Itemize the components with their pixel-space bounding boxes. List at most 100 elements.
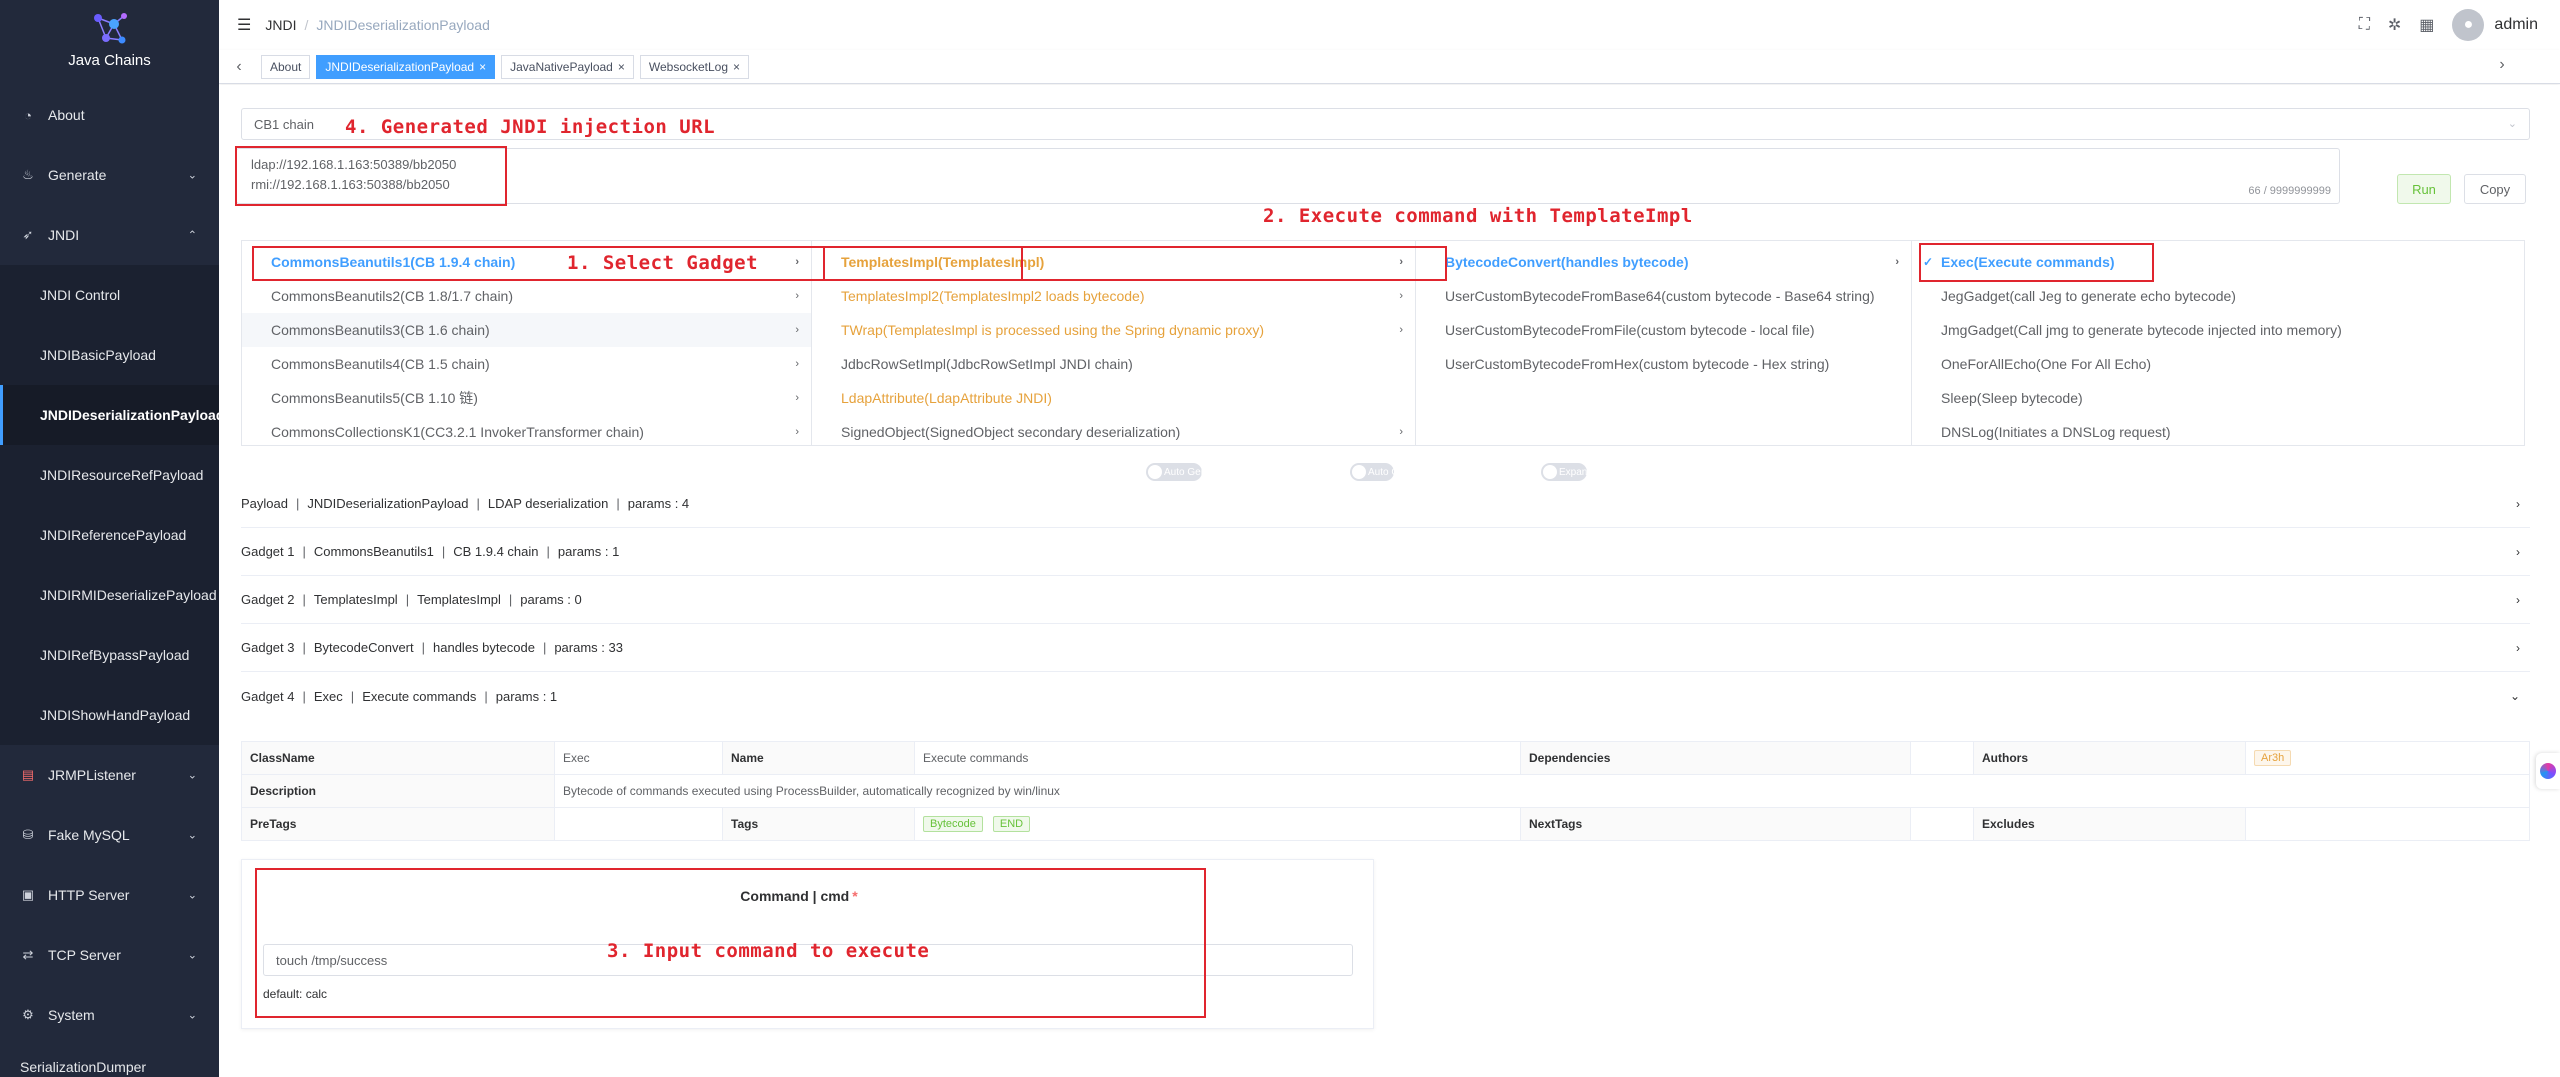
collapse-gadget-3[interactable]: Gadget 3 | BytecodeConvert | handles bytec… bbox=[241, 624, 2530, 672]
cascader-option[interactable]: UserCustomBytecodeFromBase64(custom byte… bbox=[1416, 279, 1911, 313]
label-authors: Authors bbox=[1973, 741, 2246, 775]
java-icon: ♨ bbox=[22, 167, 34, 182]
sidebar-subitem-jndishowhandpayload[interactable]: JNDIShowHandPayload bbox=[0, 685, 219, 745]
cascader-option[interactable]: DNSLog(Initiates a DNSLog request) bbox=[1912, 415, 2524, 445]
collapse-title: Gadget 1 bbox=[241, 544, 295, 559]
tag-websocketlog[interactable]: WebsocketLog × bbox=[639, 54, 750, 79]
sidebar-item-label: Fake MySQL bbox=[48, 827, 130, 843]
cascader-option[interactable]: TWrap(TemplatesImpl is processed using t… bbox=[812, 313, 1415, 347]
sidebar-subitem-jndirmideserializepayload[interactable]: JNDIRMIDeserializePayload bbox=[0, 565, 219, 625]
option-label: TWrap(TemplatesImpl is processed using t… bbox=[841, 322, 1265, 338]
value-dependencies bbox=[1910, 741, 1974, 775]
tag-about[interactable]: About bbox=[261, 54, 311, 79]
close-icon[interactable]: × bbox=[618, 60, 625, 74]
sidebar-subitem-jndiresourcerefpayload[interactable]: JNDIResourceRefPayload bbox=[0, 445, 219, 505]
hamburger-icon[interactable]: ☰ bbox=[237, 15, 251, 35]
cascader-option[interactable]: LdapAttribute(LdapAttribute JNDI) bbox=[812, 381, 1415, 415]
cascader-option[interactable]: SignedObject(SignedObject secondary dese… bbox=[812, 415, 1415, 445]
close-icon[interactable]: × bbox=[733, 60, 740, 74]
cascader-column-bytecode: BytecodeConvert(handles bytecode) › UserC… bbox=[1416, 241, 1912, 445]
cascader-option[interactable]: JdbcRowSetImpl(JdbcRowSetImpl JNDI chain… bbox=[812, 347, 1415, 381]
tag-label: JNDIDeserializationPayload bbox=[325, 59, 475, 74]
chain-select-value: CB1 chain bbox=[254, 116, 314, 132]
cascader-option[interactable]: OneForAllEcho(One For All Echo) bbox=[1912, 347, 2524, 381]
sidebar-subitem-jndirefbypasspayload[interactable]: JNDIRefBypassPayload bbox=[0, 625, 219, 685]
sidebar-item-system[interactable]: ⚙ System ⌄ bbox=[0, 985, 219, 1045]
sidebar-subitem-jndireferencepayload[interactable]: JNDIReferencePayload bbox=[0, 505, 219, 565]
sidebar-item-about[interactable]: ◔ About bbox=[0, 85, 219, 145]
collapse-gadget-4[interactable]: Gadget 4 | Exec | Execute commands | params… bbox=[241, 672, 2530, 720]
chevron-down-icon: ⌄ bbox=[187, 169, 197, 182]
chevron-down-icon: ⌄ bbox=[187, 889, 197, 902]
server-icon: ▣ bbox=[21, 887, 35, 902]
value-authors: Ar3h bbox=[2245, 741, 2530, 775]
collapse-title: Gadget 4 bbox=[241, 688, 295, 704]
cascader-option[interactable]: BytecodeConvert(handles bytecode) › bbox=[1416, 245, 1911, 279]
auto-copy-switch[interactable]: Auto Copy bbox=[1350, 463, 1415, 481]
breadcrumb-item[interactable]: JNDI bbox=[265, 17, 296, 33]
cascader-option[interactable]: CommonsBeanutils5(CB 1.10 链) › bbox=[242, 381, 811, 415]
chevron-up-icon: ⌃ bbox=[187, 229, 197, 242]
cascader-option[interactable]: CommonsBeanutils2(CB 1.8/1.7 chain) › bbox=[242, 279, 811, 313]
cascader-option[interactable]: TemplatesImpl2(TemplatesImpl2 loads byte… bbox=[812, 279, 1415, 313]
auto-generate-switch[interactable]: Auto Generate bbox=[1146, 463, 1229, 481]
jndi-url-output[interactable]: ldap://192.168.1.163:50389/bb2050 rmi://… bbox=[236, 148, 2340, 204]
sidebar-item-fake-mysql[interactable]: ⛁ Fake MySQL ⌄ bbox=[0, 805, 219, 865]
run-button[interactable]: Run bbox=[2397, 174, 2451, 204]
theme-icon[interactable]: ✲ bbox=[2388, 15, 2401, 35]
sidebar-item-generate[interactable]: ♨ Generate ⌄ bbox=[0, 145, 219, 205]
sidebar-item-jrmplistener[interactable]: ▤ JRMPListener ⌄ bbox=[0, 745, 219, 805]
collapse-part: handles bytecode bbox=[433, 640, 535, 655]
sidebar-subitem-jndideserializationpayload[interactable]: JNDIDeserializationPayload bbox=[0, 385, 219, 445]
cascader-option[interactable]: Sleep(Sleep bytecode) bbox=[1912, 381, 2524, 415]
username[interactable]: admin bbox=[2494, 16, 2538, 34]
cascader-option[interactable]: CommonsBeanutils4(CB 1.5 chain) › bbox=[242, 347, 811, 381]
table-row: ClassName Exec Name Execute commands Dep… bbox=[241, 741, 2530, 775]
chevron-left-icon[interactable]: ‹ bbox=[229, 58, 249, 76]
collapse-part: Exec bbox=[313, 688, 343, 704]
chevron-right-icon: › bbox=[1895, 256, 1899, 268]
annotation-box-templatesimpl bbox=[823, 246, 1447, 281]
collapse-part: params : 33 bbox=[554, 640, 623, 655]
collapse-payload[interactable]: Payload | JNDIDeserializationPayload | LDA… bbox=[241, 480, 2530, 528]
collapse-gadget-1[interactable]: Gadget 1 | CommonsBeanutils1 | CB 1.9.4 ch… bbox=[241, 528, 2530, 576]
cascader-option[interactable]: CommonsCollectionsK1(CC3.2.1 InvokerTran… bbox=[242, 415, 811, 445]
fullscreen-icon[interactable]: ⛶ bbox=[2359, 16, 2370, 34]
chevron-down-icon: ⌄ bbox=[187, 829, 197, 842]
tag-javanativepayload[interactable]: JavaNativePayload × bbox=[501, 54, 634, 79]
collapse-gadget-2[interactable]: Gadget 2 | TemplatesImpl | TemplatesImpl | … bbox=[241, 576, 2530, 624]
cascader-option[interactable]: JegGadget(call Jeg to generate echo byte… bbox=[1912, 279, 2524, 313]
cascader-option[interactable]: UserCustomBytecodeFromHex(custom bytecod… bbox=[1416, 347, 1911, 381]
expand-all-switch[interactable]: Expand All bbox=[1541, 463, 1606, 481]
value-pretags bbox=[554, 807, 723, 841]
sidebar-subitem-jndi-control[interactable]: JNDI Control bbox=[0, 265, 219, 325]
label-description: Description bbox=[241, 774, 555, 808]
option-label: UserCustomBytecodeFromHex(custom bytecod… bbox=[1445, 356, 1830, 372]
copy-button[interactable]: Copy bbox=[2464, 174, 2526, 204]
cascader-option[interactable]: CommonsBeanutils3(CB 1.6 chain) › bbox=[242, 313, 811, 347]
apps-grid-icon[interactable]: ▦ bbox=[2419, 15, 2434, 35]
close-icon[interactable]: × bbox=[479, 60, 486, 74]
sidebar-subitem-jndibasicpayload[interactable]: JNDIBasicPayload bbox=[0, 325, 219, 385]
logo-icon bbox=[93, 12, 127, 43]
author-tag: Ar3h bbox=[2254, 750, 2292, 766]
chevron-right-icon[interactable]: › bbox=[2492, 56, 2512, 74]
cascader-option[interactable]: JmgGadget(Call jmg to generate bytecode … bbox=[1912, 313, 2524, 347]
collapse-part: params : 0 bbox=[520, 592, 582, 607]
option-label: JmgGadget(Call jmg to generate bytecode … bbox=[1941, 322, 2342, 338]
chevron-down-icon: ⌄ bbox=[187, 1009, 197, 1022]
chevron-right-icon: › bbox=[795, 358, 799, 370]
option-label: JdbcRowSetImpl(JdbcRowSetImpl JNDI chain… bbox=[841, 356, 1133, 372]
app-logo[interactable]: Java Chains bbox=[0, 0, 219, 78]
document-icon: ▤ bbox=[21, 767, 35, 782]
cascader-option[interactable]: UserCustomBytecodeFromFile(custom byteco… bbox=[1416, 313, 1911, 347]
sidebar-item-tcp-server[interactable]: ⇄ TCP Server ⌄ bbox=[0, 925, 219, 985]
chevron-right-icon: › bbox=[2516, 592, 2520, 607]
sidebar-item-http-server[interactable]: ▣ HTTP Server ⌄ bbox=[0, 865, 219, 925]
avatar[interactable]: ● bbox=[2452, 9, 2485, 41]
switch-label: Auto Generate bbox=[1164, 466, 1230, 478]
tag-jndideserializationpayload[interactable]: JNDIDeserializationPayload × bbox=[316, 54, 496, 79]
sidebar-item-serializationdumper[interactable]: SerializationDumper bbox=[0, 1045, 219, 1077]
sidebar-item-jndi[interactable]: ➶ JNDI ⌃ bbox=[0, 205, 219, 265]
assistant-icon[interactable] bbox=[2536, 753, 2560, 789]
